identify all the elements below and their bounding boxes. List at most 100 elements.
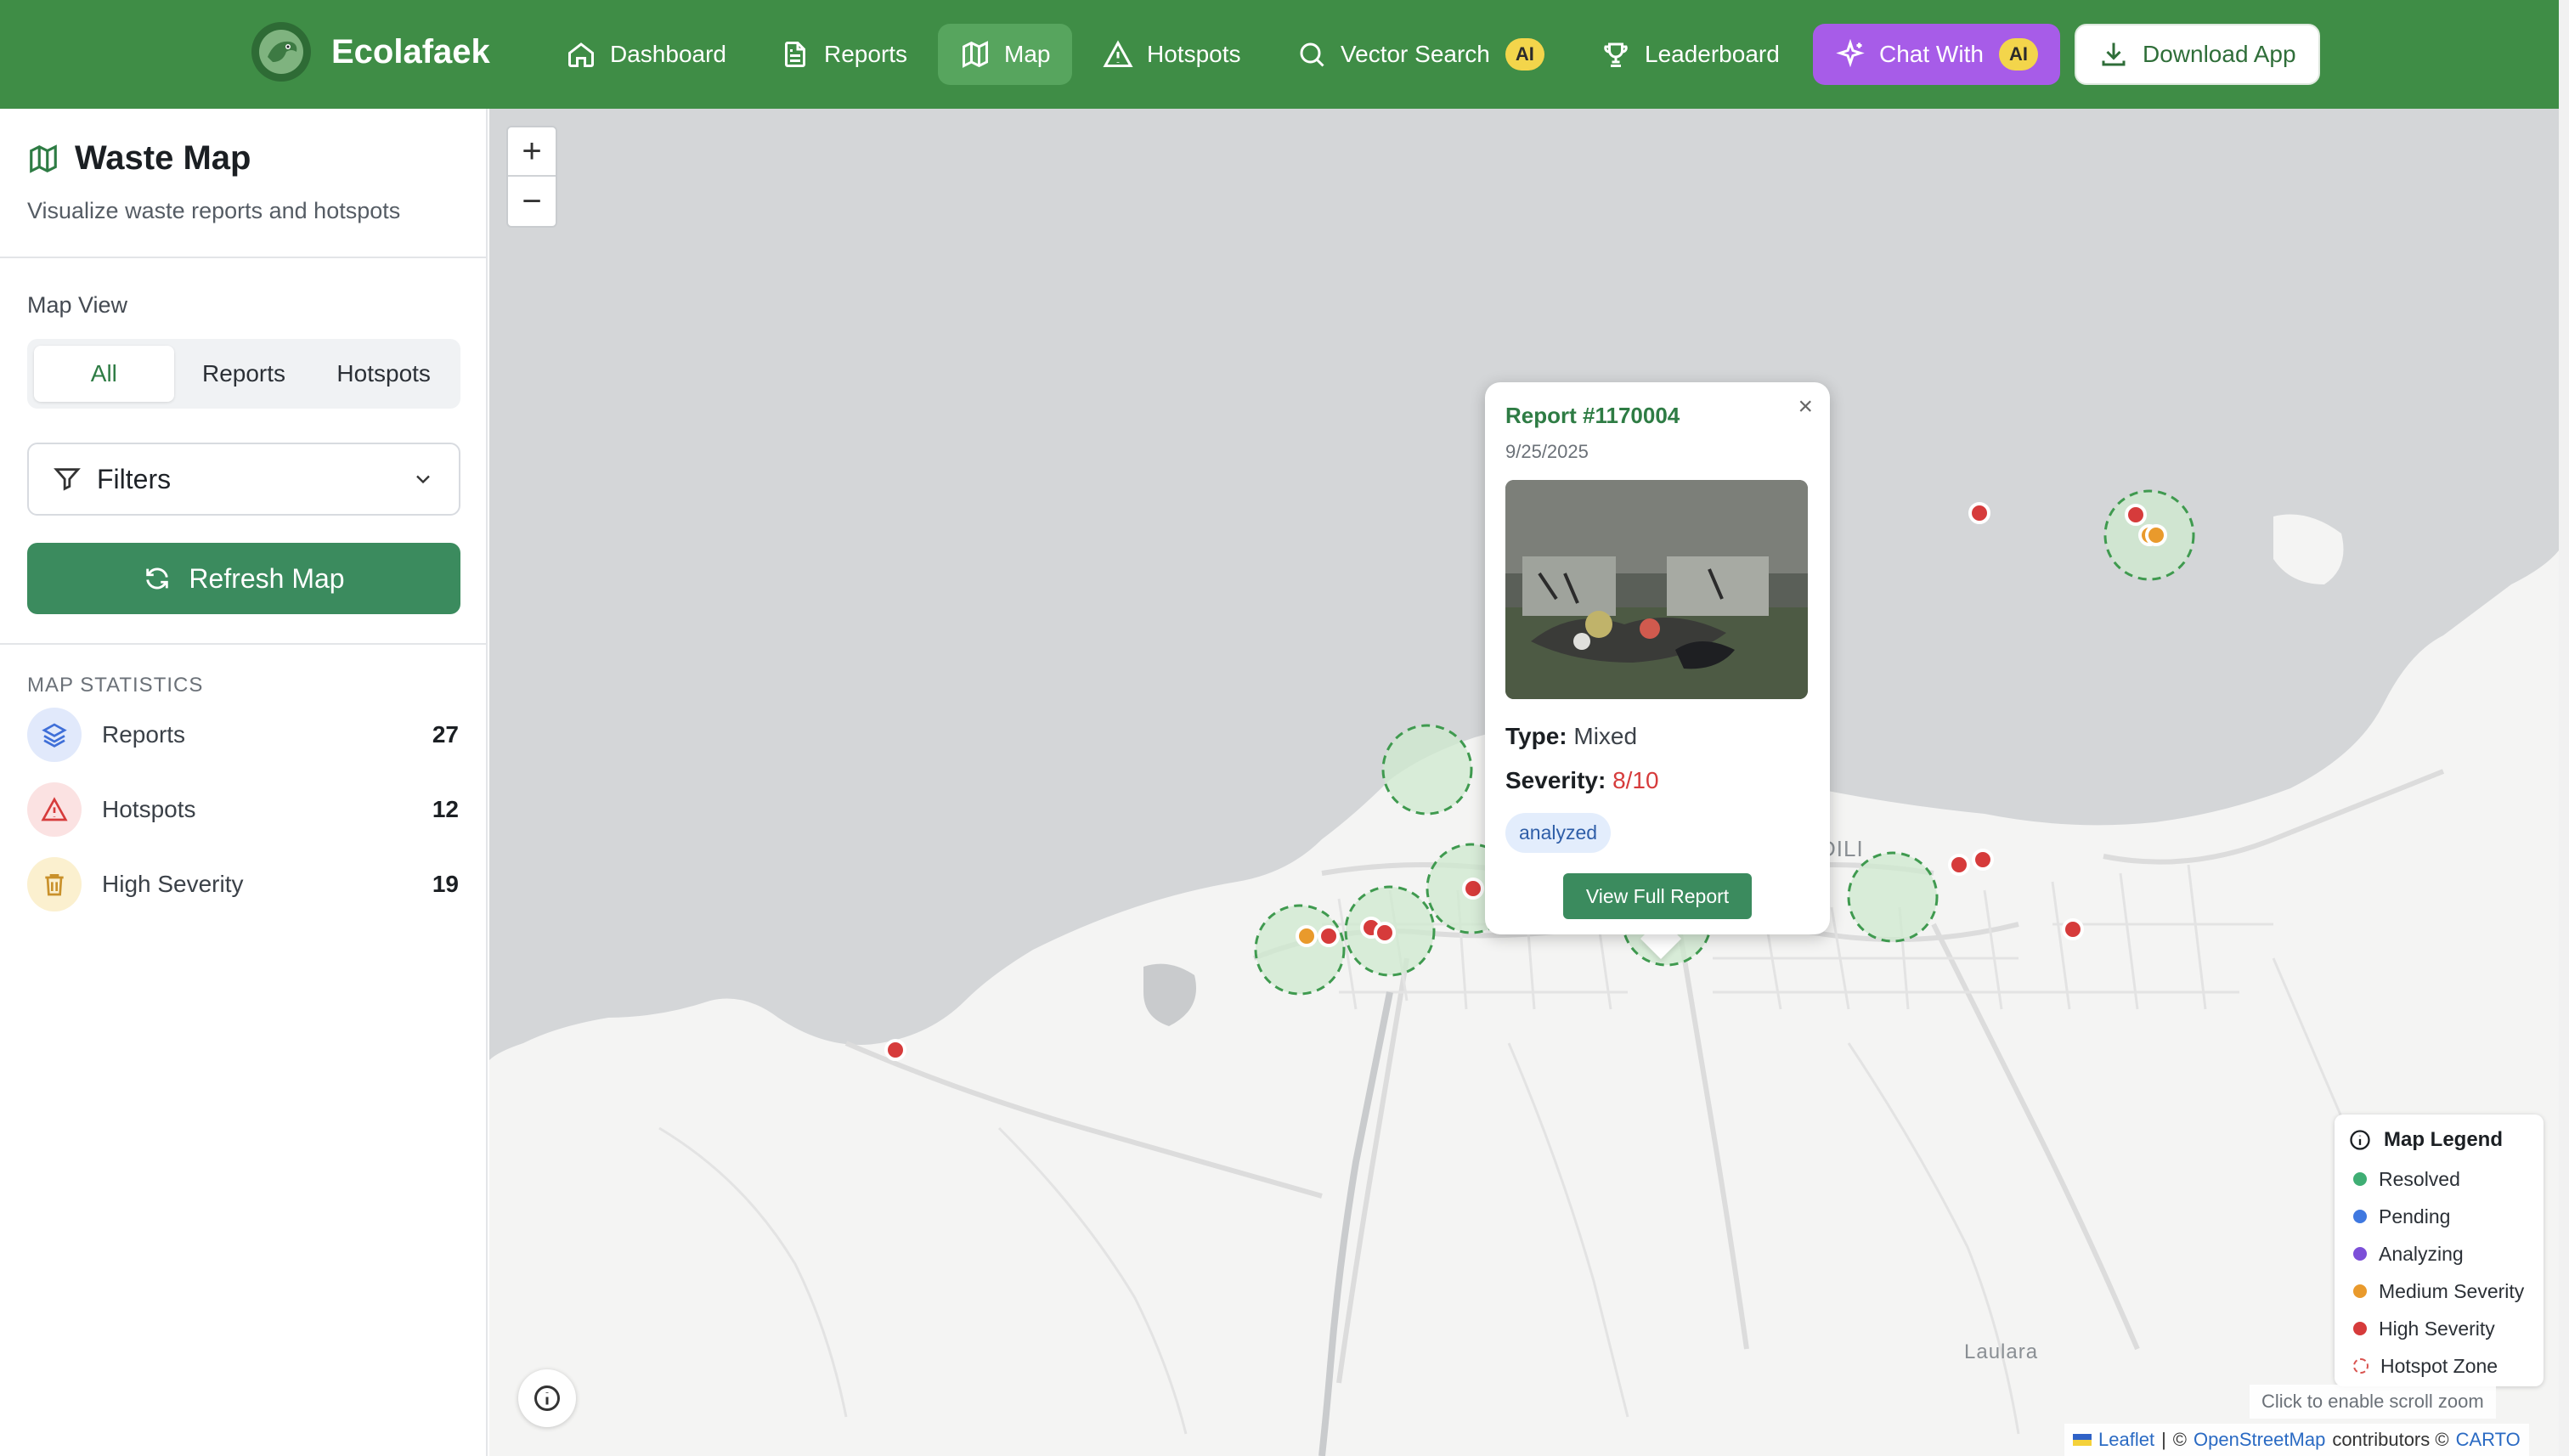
legend-item-pending: Pending [2348,1198,2530,1235]
status-badge: analyzed [1505,813,1612,853]
medium-severity-marker [1296,925,1318,947]
legend-medium-label: Medium Severity [2379,1279,2525,1302]
nav-leaderboard[interactable]: Leaderboard [1578,24,1802,85]
warning-icon [1103,40,1133,67]
legend-title-text: Map Legend [2384,1128,2504,1151]
view-reports-button[interactable]: Reports [174,346,314,402]
stat-reports-label: Reports [102,721,186,748]
ai-badge: AI [1998,38,2038,71]
attrib-sep: | [2161,1429,2166,1450]
nav-vector-search[interactable]: Vector Search AI [1274,24,1567,85]
scroll-zoom-hint[interactable]: Click to enable scroll zoom [2250,1385,2496,1419]
filters-dropdown[interactable]: Filters [27,443,460,516]
map-statistics-label: MAP STATISTICS [27,674,204,697]
high-severity-marker [2062,918,2084,940]
filter-icon [54,468,81,491]
crocodile-logo-icon [251,22,311,82]
legend-item-analyzing: Analyzing [2348,1235,2530,1273]
download-app-label: Download App [2143,41,2296,67]
home-icon [568,42,594,67]
nav-reports-label: Reports [824,41,908,67]
legend-item-hotspot: Hotspot Zone [2348,1347,2530,1385]
high-severity-marker [1948,854,1970,876]
carto-link[interactable]: CARTO [2456,1429,2521,1451]
map-view-toggle: All Reports Hotspots [27,339,460,409]
medium-dot-icon [2353,1284,2367,1298]
refresh-map-button[interactable]: Refresh Map [27,543,460,614]
report-popup: × Report #1170004 9/25/2025 Type: Mixed … [1485,382,1830,934]
legend-analyzing-label: Analyzing [2379,1242,2464,1265]
nav-dashboard-label: Dashboard [610,41,726,67]
high-severity-marker [884,1039,906,1061]
popup-close-button[interactable]: × [1798,392,1813,421]
filters-label: Filters [97,463,172,494]
stat-reports: Reports 27 [27,697,459,772]
download-app-button[interactable]: Download App [2075,24,2320,85]
warning-icon [27,782,82,837]
map-legend: Map Legend Resolved Pending Analyzing Me… [2335,1115,2544,1386]
legend-high-label: High Severity [2379,1317,2495,1340]
hotspot-ring-icon [2353,1358,2369,1374]
stat-high-severity: High Severity 19 [27,847,459,922]
high-dot-icon [2353,1322,2367,1335]
map-view-label: Map View [27,292,128,318]
trash-icon [27,857,82,911]
report-title: Report #1170004 [1505,403,1680,428]
high-severity-marker [1374,922,1396,944]
nav-hotspots[interactable]: Hotspots [1081,24,1263,85]
sidebar-header: Waste Map Visualize waste reports and ho… [0,109,486,258]
view-full-report-button[interactable]: View Full Report [1563,873,1752,919]
nav-chat-ai[interactable]: Chat With AI [1813,24,2060,85]
view-hotspots-button[interactable]: Hotspots [313,346,454,402]
nav-reports[interactable]: Reports [758,24,929,85]
zoom-control: + − [506,126,557,228]
leaflet-link[interactable]: Leaflet [2098,1429,2154,1451]
report-severity: Severity: 8/10 [1505,767,1810,794]
legend-resolved-label: Resolved [2379,1167,2460,1190]
nav-leaderboard-label: Leaderboard [1645,41,1780,67]
nav-vector-search-label: Vector Search [1341,41,1490,67]
ai-badge: AI [1505,38,1544,71]
app-root: Ecolafaek Dashboard Reports Map Hotspots… [0,0,2569,1456]
refresh-map-label: Refresh Map [189,562,345,594]
legend-item-resolved: Resolved [2348,1160,2530,1198]
high-severity-marker [1968,502,1990,524]
hotspot-zone [1847,851,1939,943]
view-all-button[interactable]: All [34,346,174,402]
map-view-section: Map View All Reports Hotspots Filters Re… [0,258,486,645]
zoom-in-button[interactable]: + [508,127,556,177]
nav-dashboard[interactable]: Dashboard [544,24,748,85]
legend-title: Map Legend [2348,1128,2530,1152]
report-photo [1505,480,1808,699]
attrib-copy: © [2172,1429,2187,1450]
map-canvas[interactable]: DILI Laulara + − × Report #1170004 9/25/… [489,109,2559,1456]
ukraine-flag-icon [2073,1434,2092,1446]
zoom-out-button[interactable]: − [508,177,556,226]
page-scrollbar[interactable] [2559,0,2569,1456]
pending-dot-icon [2353,1210,2367,1223]
page-title: Waste Map [27,139,459,178]
high-severity-marker [1462,878,1484,900]
file-icon [785,42,805,67]
info-icon [2350,1130,2370,1150]
report-type-value: Mixed [1573,723,1638,749]
page-title-text: Waste Map [75,139,251,177]
trophy-icon [1604,42,1628,67]
nav-map[interactable]: Map [938,24,1073,85]
report-severity-label: Severity: [1505,767,1606,793]
map-info-button[interactable] [518,1369,576,1427]
high-severity-marker [1318,925,1340,947]
high-severity-marker [2125,504,2147,526]
brand[interactable]: Ecolafaek [251,22,490,82]
legend-hotspot-label: Hotspot Zone [2380,1354,2498,1377]
top-navbar: Ecolafaek Dashboard Reports Map Hotspots… [0,0,2559,109]
attrib-contributors: contributors © [2332,1429,2449,1450]
stat-hotspots: Hotspots 12 [27,772,459,847]
osm-link[interactable]: OpenStreetMap [2194,1429,2325,1451]
nav-map-label: Map [1004,41,1051,67]
map-attribution: Leaflet | © OpenStreetMap contributors ©… [2064,1424,2529,1456]
info-icon [534,1385,560,1411]
legend-pending-label: Pending [2379,1205,2451,1227]
layers-icon [27,708,82,762]
report-severity-value: 8/10 [1612,767,1659,793]
